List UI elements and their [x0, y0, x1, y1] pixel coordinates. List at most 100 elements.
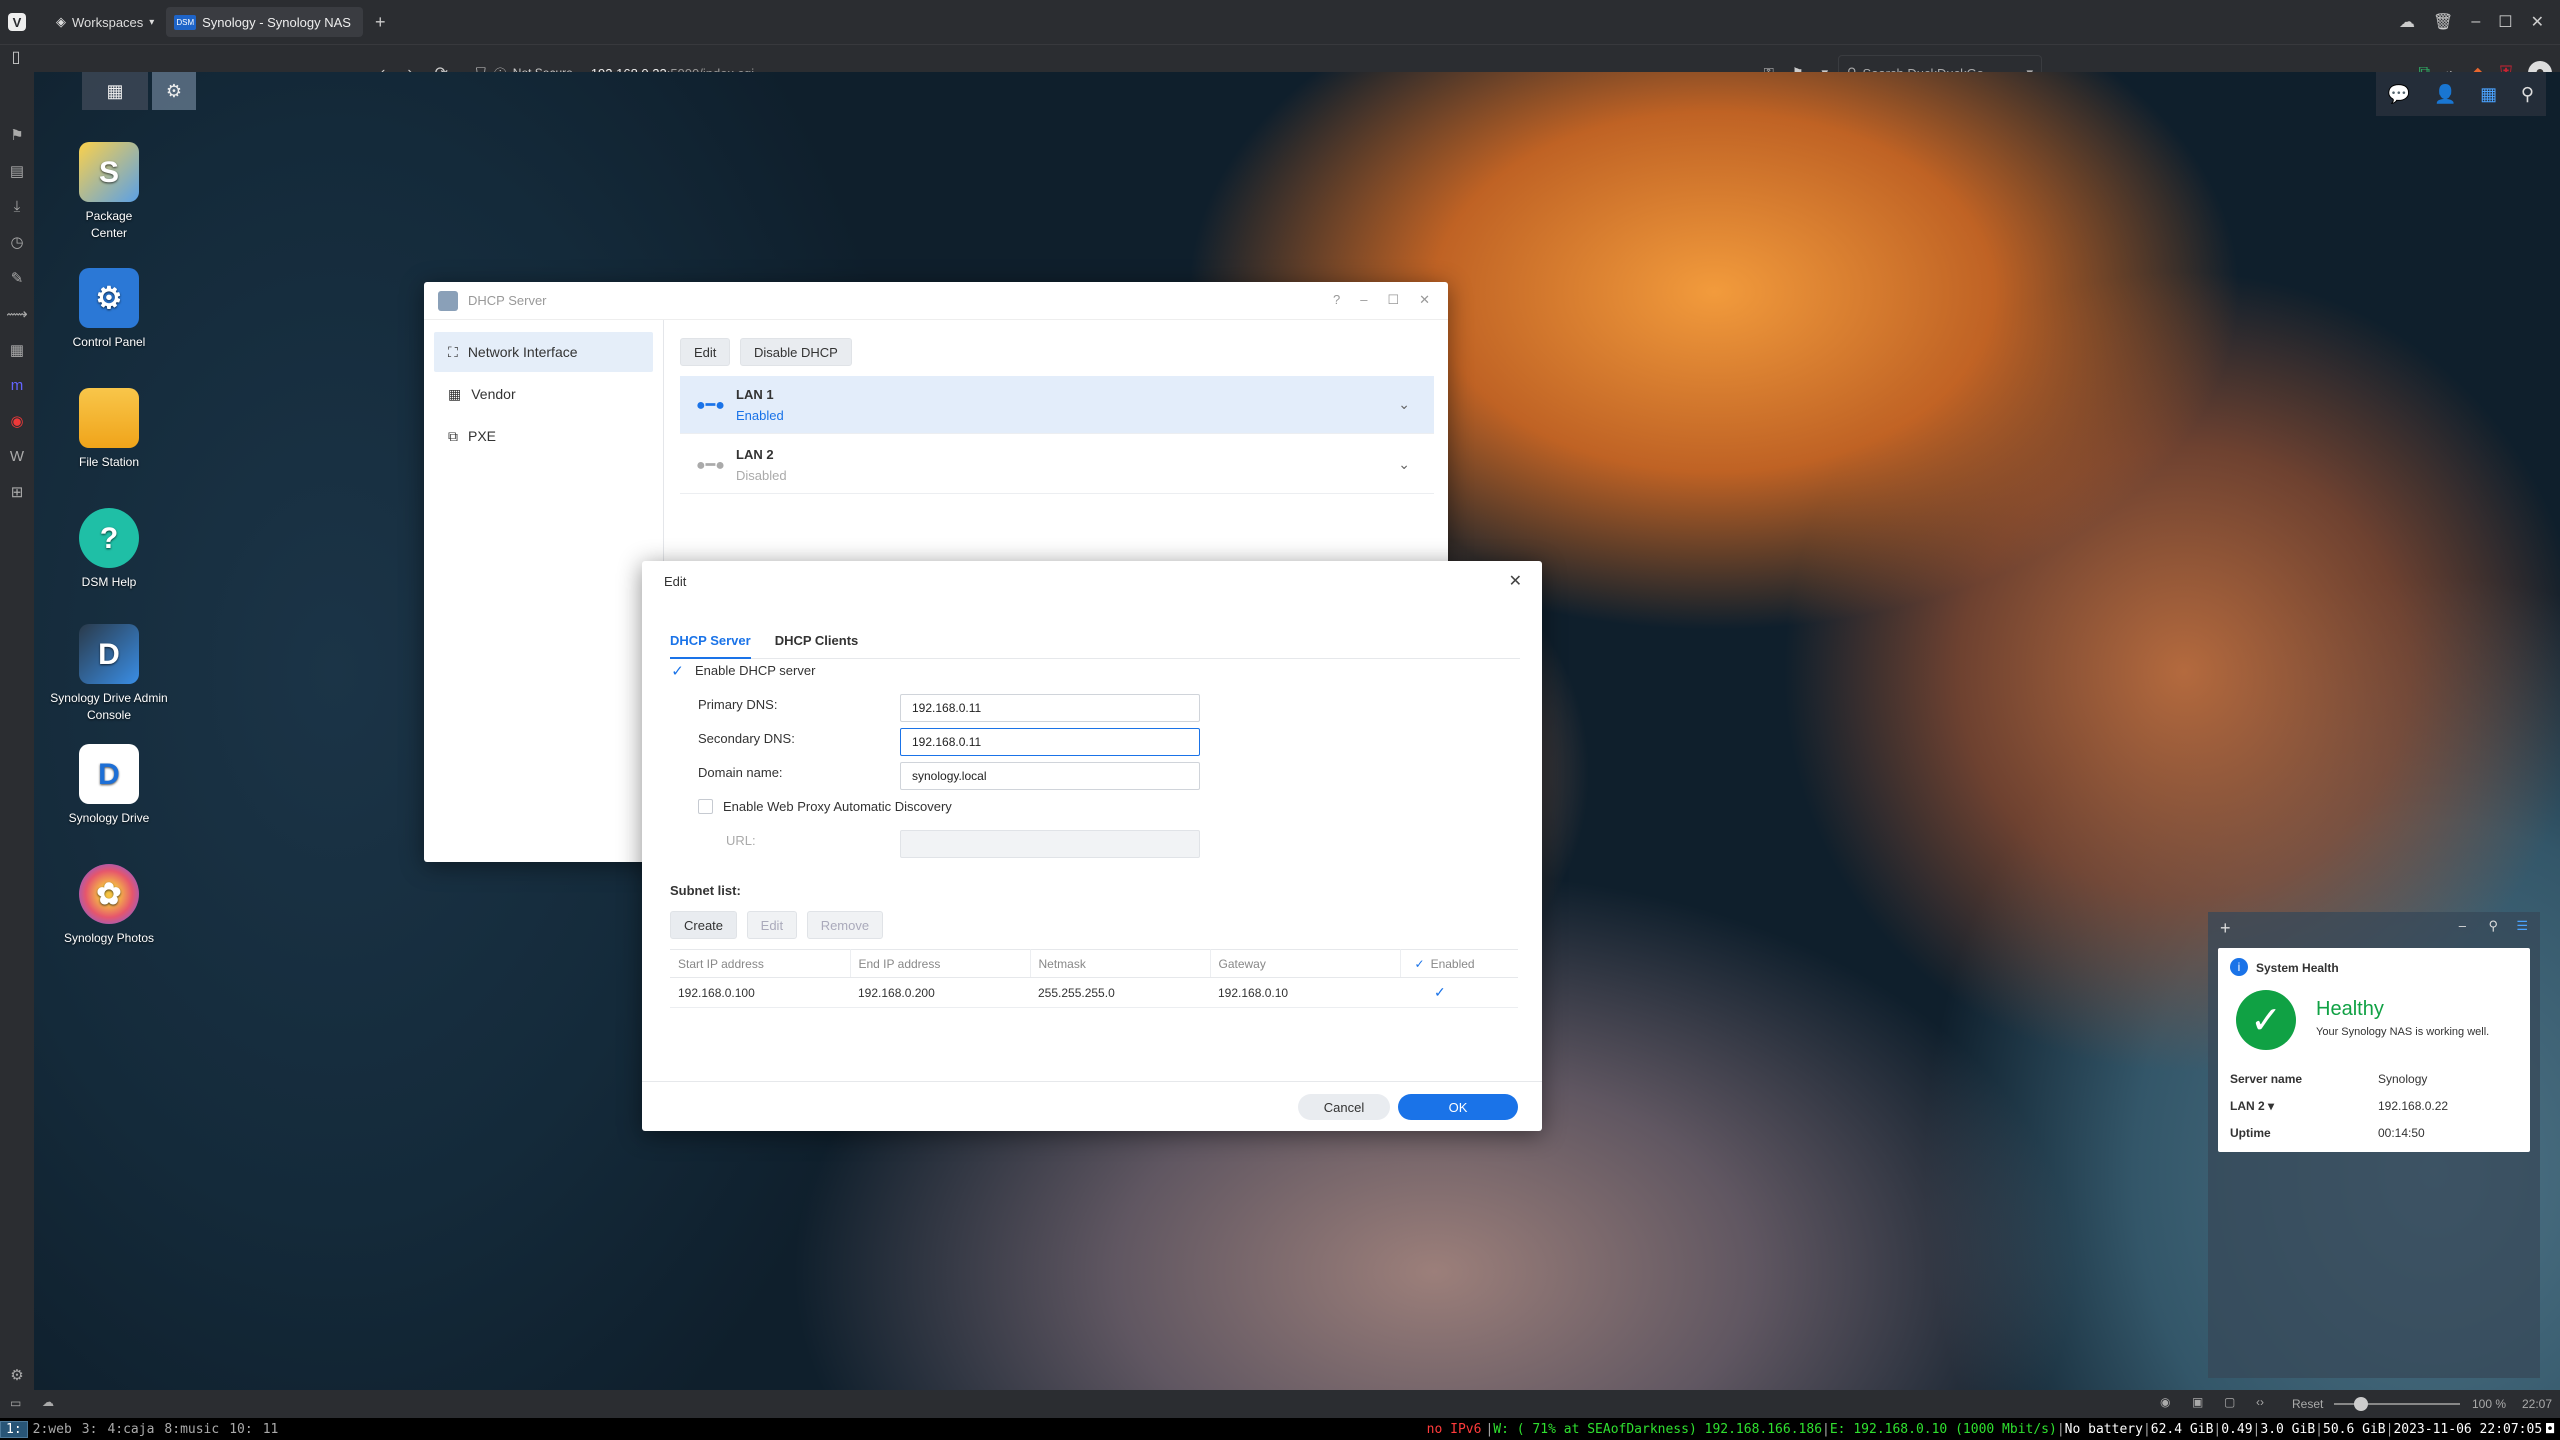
column-header[interactable]: Start IP address: [670, 949, 851, 978]
main-menu-button[interactable]: ▦: [82, 72, 148, 110]
user-icon[interactable]: 👤: [2434, 84, 2456, 105]
desktop-icon-synology-drive[interactable]: D Synology Drive: [34, 744, 184, 827]
create-subnet-button[interactable]: Create: [670, 911, 738, 939]
mastodon-icon[interactable]: m: [11, 377, 24, 394]
close-icon[interactable]: ✕: [1509, 571, 1522, 591]
minimize-widget-icon[interactable]: –: [2459, 918, 2466, 933]
interface-status: Enabled: [736, 407, 784, 423]
desktop-icon-synology-photos[interactable]: ✿ Synology Photos: [34, 864, 184, 947]
secondary-dns-input[interactable]: 192.168.0.11: [900, 728, 1200, 756]
workspace-button[interactable]: 10:: [224, 1422, 257, 1437]
bookmarks-panel-icon[interactable]: ⚑: [10, 126, 23, 144]
interface-row-lan1[interactable]: ●━● LAN 1 Enabled ⌄: [680, 376, 1434, 434]
uptime-value: 00:14:50: [2378, 1126, 2425, 1140]
image-toggle-icon[interactable]: ▣: [2192, 1395, 2203, 1409]
vivaldi-icon[interactable]: ◉: [10, 412, 23, 430]
downloads-icon[interactable]: ⤓: [14, 198, 21, 215]
desktop-icon-control-panel[interactable]: ⚙ Control Panel: [34, 268, 184, 351]
zoom-slider[interactable]: [2334, 1397, 2460, 1411]
wpad-checkbox[interactable]: Enable Web Proxy Automatic Discovery: [698, 799, 952, 814]
page-tiling-icon[interactable]: ▢: [2224, 1395, 2235, 1409]
widget-menu-icon[interactable]: ☰: [2516, 918, 2528, 934]
primary-dns-input[interactable]: 192.168.0.11: [900, 694, 1200, 722]
url-input: [900, 830, 1200, 858]
screenshot-icon[interactable]: ◉: [2160, 1395, 2170, 1409]
panel-toggle-icon[interactable]: ▭: [10, 1396, 21, 1410]
disable-dhcp-button[interactable]: Disable DHCP: [740, 338, 852, 366]
workspace-button[interactable]: 11: [258, 1422, 284, 1437]
translate-icon[interactable]: ⟿: [6, 305, 28, 323]
pin-icon[interactable]: ⚲: [2488, 918, 2498, 934]
widgets-icon[interactable]: ▦: [2480, 84, 2497, 105]
checkmark-icon: ✓: [1414, 956, 1425, 971]
browser-tab[interactable]: DSM Synology - Synology NAS: [166, 7, 363, 37]
datetime-status: 2023-11-06 22:07:05: [2393, 1421, 2543, 1437]
workspace-button[interactable]: 2:web: [28, 1422, 77, 1437]
dialog-tabs: DHCP Server DHCP Clients: [670, 629, 1520, 659]
workspace-button[interactable]: 8:music: [159, 1422, 224, 1437]
ok-button[interactable]: OK: [1398, 1094, 1518, 1120]
chevron-down-icon[interactable]: ⌄: [1398, 456, 1410, 473]
tray-icon[interactable]: ◘: [2546, 1422, 2554, 1437]
search-icon[interactable]: ⚲: [2521, 84, 2534, 105]
workspace-button[interactable]: 1:: [0, 1420, 28, 1438]
minimize-icon[interactable]: –: [1360, 292, 1367, 308]
chevron-down-icon[interactable]: ⌄: [1398, 396, 1410, 413]
workspace-button[interactable]: 3:: [77, 1422, 103, 1437]
cloud-icon[interactable]: ☁: [2399, 12, 2415, 32]
desktop-icon-file-station[interactable]: File Station: [34, 388, 184, 471]
sidebar-item-network-interface[interactable]: ⛶ Network Interface: [434, 332, 653, 372]
workspace-button[interactable]: 4:caja: [102, 1422, 159, 1437]
chat-icon[interactable]: 💬: [2388, 84, 2410, 105]
desktop-icon-dsm-help[interactable]: ? DSM Help: [34, 508, 184, 591]
add-panel-icon[interactable]: ⊞: [11, 483, 24, 501]
sidebar-item-pxe[interactable]: ⧉ PXE: [434, 416, 653, 456]
domain-name-input[interactable]: synology.local: [900, 762, 1200, 790]
table-row[interactable]: 192.168.0.100 192.168.0.200 255.255.255.…: [670, 977, 1518, 1008]
tab-dhcp-clients[interactable]: DHCP Clients: [775, 629, 859, 659]
settings-icon[interactable]: ⚙: [10, 1366, 23, 1384]
close-icon[interactable]: ✕: [1419, 292, 1430, 308]
wifi-status: W: ( 71% at SEAofDarkness) 192.168.166.1…: [1493, 1421, 1823, 1437]
package-center-icon: S: [79, 142, 139, 202]
interface-row-lan2[interactable]: ●━● LAN 2 Disabled ⌄: [680, 436, 1434, 494]
zoom-slider-thumb[interactable]: [2354, 1397, 2368, 1411]
page-actions-icon[interactable]: ‹›: [2256, 1395, 2264, 1409]
zoom-reset-button[interactable]: Reset: [2292, 1397, 2323, 1411]
sidebar-item-vendor[interactable]: ▦ Vendor: [434, 374, 653, 414]
reading-list-icon[interactable]: ▤: [10, 162, 24, 180]
enable-dhcp-checkbox[interactable]: ✓ Enable DHCP server: [670, 663, 815, 680]
lan-selector[interactable]: LAN 2 ▾: [2230, 1099, 2274, 1113]
calendar-icon[interactable]: ▦: [10, 341, 24, 359]
ethernet-status: E: 192.168.0.10 (1000 Mbit/s): [1829, 1421, 2057, 1437]
trash-icon[interactable]: 🗑: [2433, 12, 2453, 32]
column-header[interactable]: End IP address: [850, 949, 1031, 978]
desktop-icon-package-center[interactable]: S Package Center: [34, 142, 184, 242]
enabled-column-header[interactable]: ✓ Enabled: [1400, 949, 1518, 978]
dhcp-taskbar-icon[interactable]: ⚙: [152, 72, 196, 110]
cancel-button[interactable]: Cancel: [1298, 1094, 1390, 1120]
column-header[interactable]: Gateway: [1210, 949, 1401, 978]
panel-toggle-icon[interactable]: ▯: [4, 45, 28, 69]
cloud-sync-icon[interactable]: ☁: [42, 1395, 54, 1409]
edit-subnet-button[interactable]: Edit: [746, 911, 798, 939]
edit-button[interactable]: Edit: [680, 338, 731, 366]
desktop-icon-drive-admin[interactable]: D Synology Drive Admin Console: [34, 624, 184, 724]
column-header[interactable]: Netmask: [1030, 949, 1211, 978]
add-widget-icon[interactable]: +: [2220, 918, 2231, 939]
minimize-window-icon[interactable]: –: [2471, 13, 2480, 31]
notes-icon[interactable]: ✎: [11, 269, 24, 287]
wikipedia-icon[interactable]: W: [10, 448, 24, 465]
tab-dhcp-server[interactable]: DHCP Server: [670, 629, 751, 659]
close-window-icon[interactable]: ✕: [2531, 12, 2544, 32]
workspaces-button[interactable]: ◈ Workspaces ▾: [56, 14, 154, 30]
maximize-icon[interactable]: ☐: [1387, 292, 1399, 308]
maximize-window-icon[interactable]: ☐: [2498, 12, 2512, 32]
vivaldi-menu-icon[interactable]: V: [0, 0, 34, 44]
folder-icon: [79, 388, 139, 448]
help-icon[interactable]: ?: [1333, 292, 1340, 308]
history-icon[interactable]: ◷: [10, 233, 23, 251]
remove-subnet-button[interactable]: Remove: [806, 911, 884, 939]
new-tab-button[interactable]: +: [375, 12, 386, 33]
enabled-cell[interactable]: ✓: [1400, 977, 1518, 1008]
